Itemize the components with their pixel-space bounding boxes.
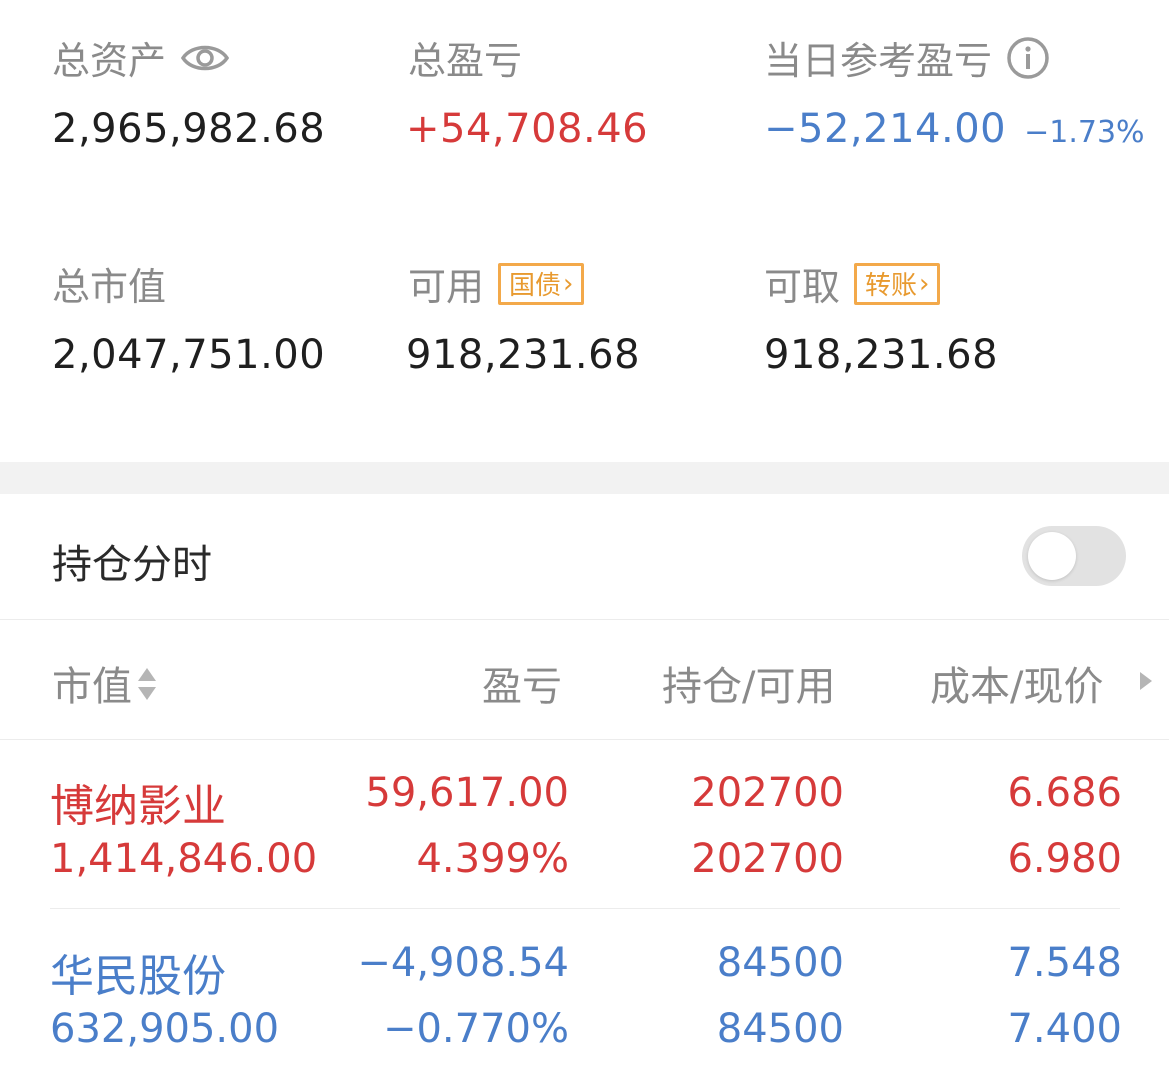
column-cost[interactable]: 成本/现价 <box>930 654 1103 712</box>
holding-cost: 6.686 <box>1007 770 1122 816</box>
transfer-label: 转账 <box>865 271 918 301</box>
holding-cost: 7.548 <box>1007 940 1122 986</box>
total-assets-label-group: 总资产 <box>52 30 230 85</box>
chevron-right-icon: › <box>563 268 574 299</box>
holding-pnl: −4,908.54 <box>357 940 569 986</box>
holding-available: 84500 <box>716 1006 844 1052</box>
holding-pnl: 59,617.00 <box>365 770 569 816</box>
holding-available: 202700 <box>691 836 844 882</box>
holding-row[interactable]: 博纳影业 1,414,846.00 59,617.00 4.399% 202700 202… <box>0 740 1169 908</box>
holdings-header: 市值 盈亏 持仓/可用 成本/现价 <box>0 620 1169 740</box>
section-divider <box>0 462 1169 494</box>
holding-name: 华民股份 <box>50 951 226 1002</box>
total-pnl-label: 总盈亏 <box>408 39 523 83</box>
position-intraday-label: 持仓分时 <box>52 542 212 588</box>
info-icon[interactable] <box>1006 36 1050 80</box>
position-intraday-row: 持仓分时 <box>0 494 1169 620</box>
holding-pnl-pct: −0.770% <box>382 1006 569 1052</box>
holding-name: 博纳影业 <box>50 781 226 832</box>
holding-market-value: 1,414,846.00 <box>50 836 318 882</box>
eye-icon[interactable] <box>180 40 230 76</box>
holding-position: 202700 <box>691 770 844 816</box>
holding-price: 6.980 <box>1007 836 1122 882</box>
total-pnl-value: +54,708.46 <box>406 106 649 152</box>
chevron-right-icon: › <box>919 268 930 299</box>
total-assets-value: 2,965,982.68 <box>52 106 326 152</box>
holding-market-value: 632,905.00 <box>50 1006 280 1052</box>
chevron-right-icon[interactable] <box>1138 670 1154 696</box>
daily-pnl-value: −52,214.00 <box>764 106 1007 152</box>
holding-pnl-pct: 4.399% <box>416 836 569 882</box>
withdrawable-label: 可取 <box>764 265 841 309</box>
available-label: 可用 <box>408 265 485 309</box>
market-value-label: 总市值 <box>52 265 167 309</box>
treasury-bond-button[interactable]: 国债 › <box>498 262 585 305</box>
holding-position: 84500 <box>716 940 844 986</box>
account-summary: 总资产 2,965,982.68 总盈亏 +54,708.46 当日参考盈亏 −… <box>0 0 1169 462</box>
holding-price: 7.400 <box>1007 1006 1122 1052</box>
column-market-value-label: 市值 <box>52 664 132 710</box>
market-value-value: 2,047,751.00 <box>52 332 326 378</box>
total-assets-label: 总资产 <box>52 39 167 83</box>
row-divider <box>50 908 1120 909</box>
column-position[interactable]: 持仓/可用 <box>662 654 835 712</box>
transfer-button[interactable]: 转账 › <box>854 262 941 305</box>
withdrawable-value: 918,231.68 <box>764 332 999 378</box>
holding-row[interactable]: 华民股份 632,905.00 −4,908.54 −0.770% 84500 84500… <box>0 910 1169 1068</box>
available-value: 918,231.68 <box>406 332 641 378</box>
treasury-bond-label: 国债 <box>509 271 562 301</box>
column-pnl[interactable]: 盈亏 <box>482 654 562 712</box>
position-intraday-toggle[interactable] <box>1022 526 1126 586</box>
column-market-value[interactable]: 市值 <box>52 654 158 714</box>
sort-icon[interactable] <box>136 664 158 714</box>
toggle-knob <box>1028 532 1076 580</box>
daily-pnl-pct: −1.73% <box>1024 115 1145 150</box>
daily-pnl-label: 当日参考盈亏 <box>764 39 993 83</box>
